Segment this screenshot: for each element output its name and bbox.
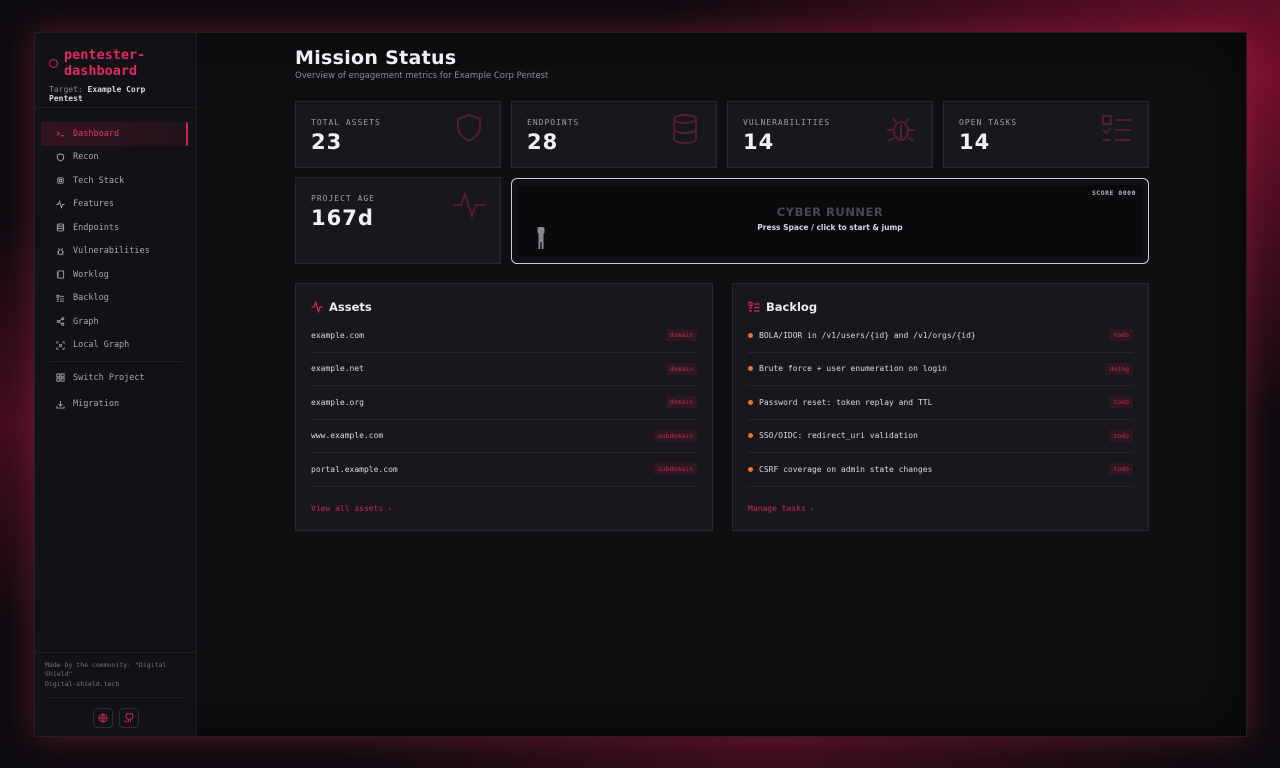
game-score: SCORE 0000 bbox=[1091, 189, 1136, 197]
sidebar-item-switch-project[interactable]: Switch Project bbox=[41, 366, 188, 390]
chevron-right-icon: › bbox=[387, 504, 393, 513]
database-icon bbox=[673, 114, 697, 145]
download-icon bbox=[56, 400, 65, 409]
bug-icon bbox=[56, 247, 65, 255]
grid-icon bbox=[56, 373, 65, 382]
list-item[interactable]: Password reset: token replay and TTL tod… bbox=[748, 386, 1133, 420]
activity-icon bbox=[453, 190, 485, 220]
stat-card-vulnerabilities: VULNERABILITIES 14 bbox=[727, 101, 933, 168]
list-item[interactable]: SSO/OIDC: redirect_uri validation todo bbox=[748, 420, 1133, 453]
sidebar-item-migration[interactable]: Migration bbox=[41, 393, 188, 417]
list-item[interactable]: BOLA/IDOR in /v1/users/{id} and /v1/orgs… bbox=[748, 319, 1133, 353]
cyber-runner-game[interactable]: SCORE 0000 CYBER RUNNER Press Space / cl… bbox=[511, 178, 1149, 264]
assets-panel-title: Assets bbox=[311, 300, 372, 314]
github-icon[interactable] bbox=[118, 708, 139, 728]
status-dot bbox=[748, 466, 753, 472]
stat-card-open-tasks: OPEN TASKS 14 bbox=[943, 101, 1149, 168]
app-name[interactable]: pentester- dashboard bbox=[64, 47, 145, 79]
community-credit: Made by the community: "Digital Shield" … bbox=[45, 661, 186, 690]
footer-icon-row bbox=[45, 697, 186, 728]
bug-icon bbox=[887, 117, 915, 142]
list-item[interactable]: portal.example.com subdomain bbox=[311, 453, 697, 487]
manage-tasks-link[interactable]: Manage tasks › bbox=[748, 504, 815, 513]
sidebar-item-endpoints[interactable]: Endpoints bbox=[41, 216, 188, 240]
list-todo-icon bbox=[748, 301, 760, 312]
cpu-icon bbox=[57, 177, 64, 184]
asset-type-badge: domain bbox=[665, 329, 697, 342]
status-dot bbox=[748, 399, 753, 405]
shield-icon bbox=[457, 113, 481, 143]
sidebar-item-backlog[interactable]: Backlog bbox=[41, 287, 188, 311]
list-item[interactable]: Brute force + user enumeration on login … bbox=[748, 353, 1133, 386]
sidebar: pentester- dashboard Target: Example Cor… bbox=[35, 33, 197, 736]
activity-icon bbox=[311, 301, 323, 313]
asset-type-badge: domain bbox=[665, 362, 697, 375]
sidebar-item-graph[interactable]: Graph bbox=[41, 310, 188, 334]
page-subtitle: Overview of engagement metrics for Examp… bbox=[295, 71, 549, 81]
stat-card-total-assets: TOTAL ASSETS 23 bbox=[295, 101, 501, 168]
task-status-badge: todo bbox=[1109, 463, 1133, 476]
sidebar-nav: Dashboard Recon Tech Stack Features Endp… bbox=[35, 108, 196, 416]
target-info: Target: Example Corp Pentest bbox=[49, 85, 146, 103]
game-hint: Press Space / click to start & jump bbox=[757, 223, 903, 232]
sidebar-item-local-graph[interactable]: Local Graph bbox=[41, 334, 188, 358]
stat-card-endpoints: ENDPOINTS 28 bbox=[511, 101, 717, 168]
sidebar-item-worklog[interactable]: Worklog bbox=[41, 263, 188, 287]
nav-divider bbox=[49, 361, 182, 362]
sidebar-item-recon[interactable]: Recon bbox=[41, 146, 188, 170]
page-title: Mission Status bbox=[295, 47, 457, 69]
brand-logo-icon bbox=[49, 59, 58, 68]
brand: pentester- dashboard Target: Example Cor… bbox=[35, 33, 196, 108]
game-canvas[interactable]: SCORE 0000 CYBER RUNNER Press Space / cl… bbox=[518, 185, 1142, 257]
status-dot bbox=[748, 366, 753, 372]
list-item[interactable]: example.com domain bbox=[311, 319, 697, 353]
list-item[interactable]: CSRF coverage on admin state changes tod… bbox=[748, 453, 1133, 487]
sidebar-footer: Made by the community: "Digital Shield" … bbox=[35, 651, 196, 737]
assets-panel: Assets example.com domain example.net do… bbox=[295, 283, 713, 531]
scan-icon bbox=[56, 341, 65, 350]
database-icon bbox=[56, 223, 65, 232]
activity-icon bbox=[56, 199, 65, 209]
list-item[interactable]: example.org domain bbox=[311, 386, 697, 420]
task-status-badge: doing bbox=[1105, 362, 1133, 375]
sidebar-item-tech-stack[interactable]: Tech Stack bbox=[41, 169, 188, 193]
main-content: Mission Status Overview of engagement me… bbox=[295, 33, 1155, 736]
asset-type-badge: subdomain bbox=[653, 429, 697, 442]
runner-character-icon bbox=[537, 227, 545, 249]
sidebar-item-vulnerabilities[interactable]: Vulnerabilities bbox=[41, 240, 188, 264]
asset-type-badge: domain bbox=[665, 396, 697, 409]
task-status-badge: todo bbox=[1109, 429, 1133, 442]
stat-card-project-age: PROJECT AGE 167d bbox=[295, 177, 501, 264]
terminal-icon bbox=[56, 131, 65, 137]
view-all-assets-link[interactable]: View all assets › bbox=[311, 504, 392, 513]
list-item[interactable]: example.net domain bbox=[311, 353, 697, 386]
list-todo-icon bbox=[56, 294, 65, 302]
status-dot bbox=[748, 332, 753, 338]
chevron-right-icon: › bbox=[809, 504, 815, 513]
backlog-panel: Backlog BOLA/IDOR in /v1/users/{id} and … bbox=[732, 283, 1149, 531]
backlog-panel-title: Backlog bbox=[748, 300, 817, 314]
notebook-icon bbox=[56, 270, 65, 279]
backlog-list: BOLA/IDOR in /v1/users/{id} and /v1/orgs… bbox=[748, 319, 1133, 487]
game-title: CYBER RUNNER bbox=[776, 205, 884, 219]
app-window: pentester- dashboard Target: Example Cor… bbox=[34, 32, 1247, 737]
sidebar-item-dashboard[interactable]: Dashboard bbox=[41, 122, 188, 146]
shield-icon bbox=[56, 153, 65, 162]
list-todo-icon bbox=[1102, 115, 1131, 141]
share-icon bbox=[56, 317, 65, 326]
task-status-badge: todo bbox=[1109, 329, 1133, 342]
list-item[interactable]: www.example.com subdomain bbox=[311, 420, 697, 453]
assets-list: example.com domain example.net domain ex… bbox=[311, 319, 697, 487]
asset-type-badge: subdomain bbox=[653, 463, 697, 476]
task-status-badge: todo bbox=[1109, 396, 1133, 409]
credit-link[interactable]: Digital-shield.tech bbox=[45, 680, 186, 690]
status-dot bbox=[748, 433, 753, 439]
sidebar-item-features[interactable]: Features bbox=[41, 193, 188, 217]
globe-icon[interactable] bbox=[92, 708, 113, 728]
